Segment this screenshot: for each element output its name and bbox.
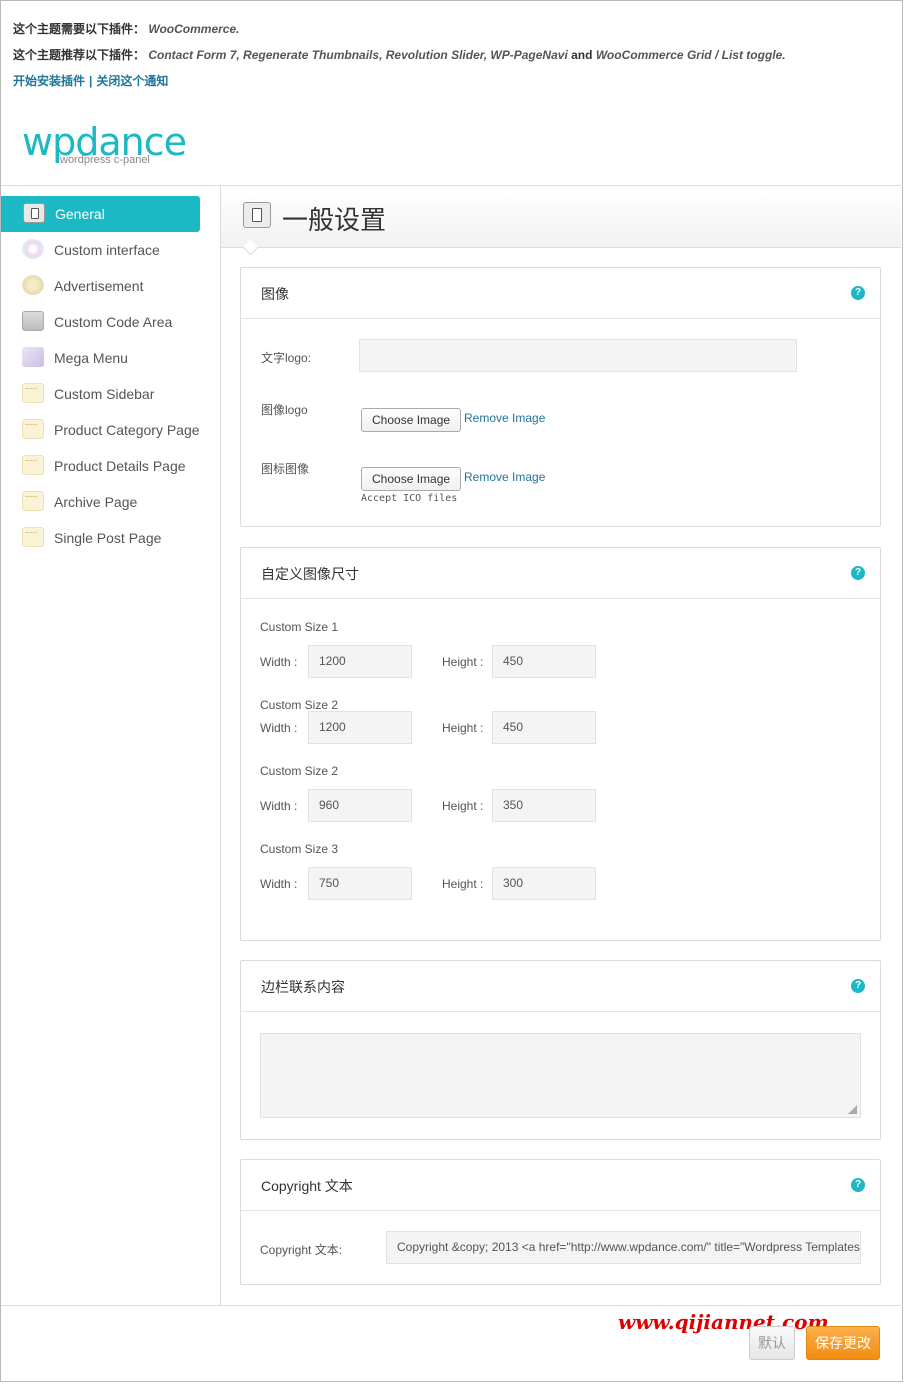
- recommended-last-plugin: WooCommerce Grid / List toggle: [595, 48, 783, 62]
- width-input[interactable]: 1200: [308, 645, 412, 678]
- panel-title: Copyright 文本: [261, 1178, 353, 1194]
- sidebar-item-product-category-page[interactable]: Product Category Page: [0, 412, 220, 448]
- text-logo-input[interactable]: [359, 339, 797, 372]
- resize-grip-icon[interactable]: [848, 1105, 857, 1114]
- required-plugins: WooCommerce: [148, 22, 237, 36]
- image-panel: 图像? 文字logo: 图像logo Choose Image Remove I…: [240, 267, 881, 527]
- note-icon: [22, 527, 44, 547]
- wpdance-logo: wpdance wordpress c-panel: [22, 123, 187, 166]
- code-area-icon: [22, 311, 44, 331]
- watermark: www.qijiannet.com: [618, 1310, 829, 1334]
- sidebar-item-custom-interface[interactable]: Custom interface: [0, 232, 220, 268]
- general-icon: [243, 202, 271, 228]
- width-input[interactable]: 750: [308, 867, 412, 900]
- width-label: Width :: [260, 877, 298, 891]
- sidebar-item-label: Product Category Page: [54, 422, 200, 438]
- page-header: 一般设置: [221, 186, 901, 256]
- sidebar-contact-panel: 边栏联系内容?: [240, 960, 881, 1140]
- width-input[interactable]: 1200: [308, 711, 412, 744]
- choose-favicon-button[interactable]: Choose Image: [361, 467, 462, 491]
- sidebar-item-label: Custom Sidebar: [54, 386, 155, 402]
- help-icon[interactable]: ?: [851, 979, 865, 993]
- help-icon[interactable]: ?: [851, 566, 865, 580]
- remove-logo-image-link[interactable]: Remove Image: [464, 411, 545, 425]
- accept-ico-note: Accept ICO files: [361, 493, 458, 504]
- sidebar-item-mega-menu[interactable]: Mega Menu: [0, 340, 220, 376]
- sidebar-item-label: General: [55, 206, 105, 222]
- note-icon: [22, 419, 44, 439]
- height-input[interactable]: 350: [492, 789, 596, 822]
- sidebar-item-label: Single Post Page: [54, 530, 162, 546]
- sidebar-item-label: Custom Code Area: [54, 314, 173, 330]
- width-label: Width :: [260, 655, 298, 669]
- sidebar-item-advertisement[interactable]: Advertisement: [0, 268, 220, 304]
- sidebar-item-custom-sidebar[interactable]: Custom Sidebar: [0, 376, 220, 412]
- help-icon[interactable]: ?: [851, 286, 865, 300]
- note-icon: [22, 455, 44, 475]
- sidebar-item-label: Product Details Page: [54, 458, 186, 474]
- logo-subtitle: wordpress c-panel: [60, 154, 150, 166]
- remove-favicon-link[interactable]: Remove Image: [464, 470, 545, 484]
- sidebar-item-single-post-page[interactable]: Single Post Page: [0, 520, 220, 556]
- required-prefix: 这个主题需要以下插件：: [13, 22, 146, 36]
- dismiss-notice-link[interactable]: 关闭这个通知: [96, 74, 168, 88]
- sidebar-item-product-details-page[interactable]: Product Details Page: [0, 448, 220, 484]
- height-input[interactable]: 450: [492, 711, 596, 744]
- sidebar-item-custom-code-area[interactable]: Custom Code Area: [0, 304, 220, 340]
- color-wheel-icon: [22, 239, 44, 259]
- footer-divider: [1, 1305, 903, 1306]
- default-button[interactable]: 默认: [749, 1326, 795, 1360]
- copyright-panel: Copyright 文本? Copyright 文本: Copyright &c…: [240, 1159, 881, 1285]
- image-logo-label: 图像logo: [261, 403, 308, 417]
- favicon-label: 图标图像: [261, 462, 310, 476]
- mega-menu-icon: [22, 347, 44, 367]
- width-label: Width :: [260, 799, 298, 813]
- size-name: Custom Size 2: [260, 698, 339, 712]
- advertisement-icon: [22, 275, 44, 295]
- sidebar-divider: [220, 186, 221, 1306]
- plugin-notice: 这个主题需要以下插件： WooCommerce. 这个主题推荐以下插件： Con…: [13, 22, 786, 88]
- and-word: and: [571, 48, 593, 62]
- width-input[interactable]: 960: [308, 789, 412, 822]
- sidebar-item-label: Mega Menu: [54, 350, 128, 366]
- copyright-label: Copyright 文本:: [260, 1243, 343, 1257]
- choose-logo-image-button[interactable]: Choose Image: [361, 408, 462, 432]
- width-label: Width :: [260, 721, 298, 735]
- page-title: 一般设置: [282, 205, 387, 235]
- save-changes-button[interactable]: 保存更改: [806, 1326, 880, 1360]
- custom-image-sizes-panel: 自定义图像尺寸? Custom Size 1 Width : 1200 Heig…: [240, 547, 881, 941]
- recommended-plugins: Contact Form 7, Regenerate Thumbnails, R…: [148, 48, 568, 62]
- help-icon[interactable]: ?: [851, 1178, 865, 1192]
- height-input[interactable]: 300: [492, 867, 596, 900]
- text-logo-label: 文字logo:: [261, 351, 312, 365]
- height-input[interactable]: 450: [492, 645, 596, 678]
- install-plugins-link[interactable]: 开始安装插件: [13, 74, 85, 88]
- note-icon: [22, 383, 44, 403]
- copyright-input[interactable]: Copyright &copy; 2013 <a href="http://ww…: [386, 1231, 861, 1264]
- size-name: Custom Size 3: [260, 842, 339, 856]
- size-name: Custom Size 1: [260, 620, 339, 634]
- height-label: Height :: [442, 721, 484, 735]
- recommended-prefix: 这个主题推荐以下插件：: [13, 48, 146, 62]
- notice-separator: |: [89, 74, 93, 88]
- sidebar-item-general[interactable]: General: [1, 196, 200, 232]
- panel-title: 图像: [261, 286, 289, 302]
- height-label: Height :: [442, 877, 484, 891]
- sidebar-item-archive-page[interactable]: Archive Page: [0, 484, 220, 520]
- height-label: Height :: [442, 799, 484, 813]
- panel-title: 边栏联系内容: [261, 979, 345, 995]
- panel-title: 自定义图像尺寸: [261, 566, 359, 582]
- sidebar-nav: General Custom interface Advertisement C…: [0, 196, 220, 556]
- sidebar-contact-textarea[interactable]: [260, 1033, 861, 1118]
- sidebar-item-label: Advertisement: [54, 278, 144, 294]
- sidebar-item-label: Archive Page: [54, 494, 138, 510]
- height-label: Height :: [442, 655, 484, 669]
- note-icon: [22, 491, 44, 511]
- size-name: Custom Size 2: [260, 764, 339, 778]
- sidebar-item-label: Custom interface: [54, 242, 160, 258]
- general-icon: [23, 203, 45, 223]
